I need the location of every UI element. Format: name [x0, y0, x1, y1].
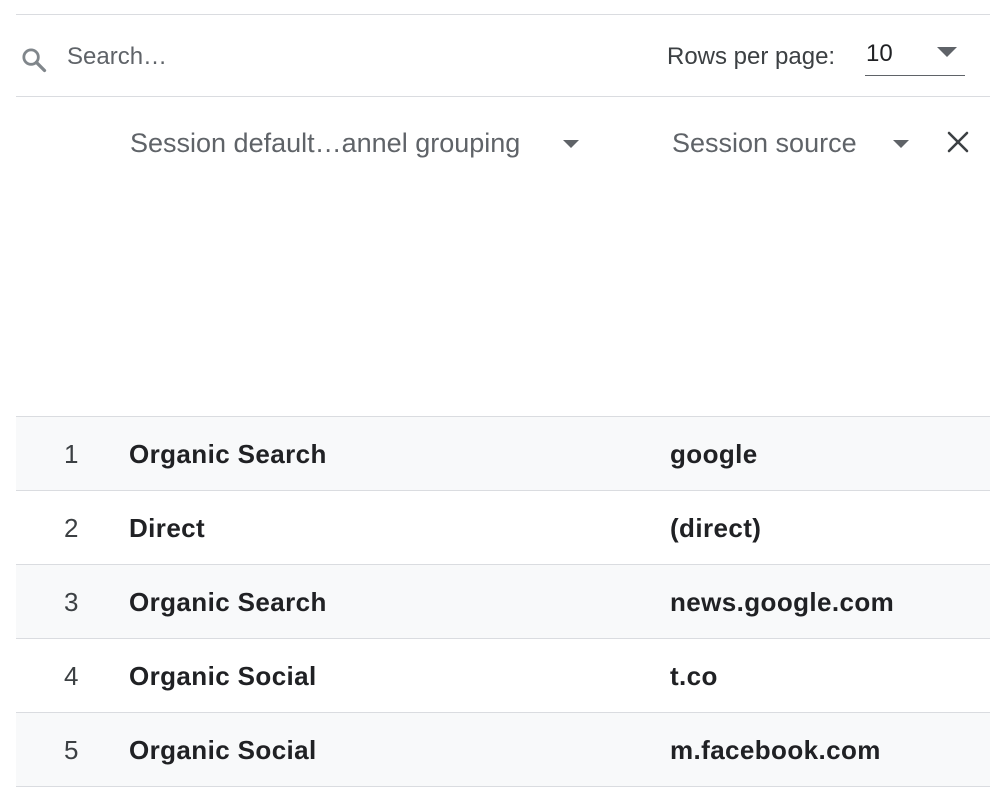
- table-body: 1 Organic Search google 2 Direct (direct…: [16, 416, 990, 787]
- row-index: 1: [64, 439, 79, 469]
- source-cell: google: [670, 439, 758, 469]
- arrow-drop-down-icon[interactable]: [892, 139, 910, 149]
- search-input[interactable]: Search…: [67, 43, 167, 71]
- table-row[interactable]: 5 Organic Social m.facebook.com: [16, 712, 990, 787]
- source-cell: news.google.com: [670, 587, 895, 617]
- table-row[interactable]: 2 Direct (direct): [16, 490, 990, 564]
- channel-cell: Organic Search: [129, 439, 327, 469]
- channel-cell: Organic Social: [129, 661, 317, 691]
- arrow-drop-down-icon: [937, 47, 957, 57]
- rows-per-page-label: Rows per page:: [667, 43, 836, 70]
- row-index: 3: [64, 587, 79, 617]
- table-header: Session default…annel grouping Session s…: [16, 96, 990, 416]
- data-table-panel: Search… Rows per page: 10 Session defaul…: [16, 14, 990, 788]
- column-header-label: Session default…annel grouping: [130, 128, 521, 158]
- row-index: 4: [64, 661, 79, 691]
- table-toolbar: Search… Rows per page: 10: [16, 14, 990, 97]
- channel-cell: Direct: [129, 513, 206, 543]
- column-header-label: Session source: [672, 128, 857, 158]
- table-row[interactable]: 4 Organic Social t.co: [16, 638, 990, 712]
- row-index: 5: [64, 735, 79, 765]
- channel-cell: Organic Social: [129, 735, 317, 765]
- search-icon[interactable]: [20, 46, 48, 74]
- source-cell: t.co: [670, 661, 718, 691]
- rows-per-page-value: 10: [866, 40, 893, 67]
- source-cell: m.facebook.com: [670, 735, 881, 765]
- table-row[interactable]: 1 Organic Search google: [16, 416, 990, 490]
- row-index: 2: [64, 513, 79, 543]
- column-header-session-source[interactable]: Session source: [672, 126, 909, 160]
- close-icon[interactable]: [946, 130, 970, 154]
- arrow-drop-down-icon[interactable]: [562, 139, 580, 149]
- table-row[interactable]: 3 Organic Search news.google.com: [16, 564, 990, 638]
- column-header-session-default-channel-grouping[interactable]: Session default…annel grouping: [130, 126, 579, 160]
- channel-cell: Organic Search: [129, 587, 327, 617]
- rows-per-page-select[interactable]: 10: [865, 33, 965, 76]
- source-cell: (direct): [670, 513, 762, 543]
